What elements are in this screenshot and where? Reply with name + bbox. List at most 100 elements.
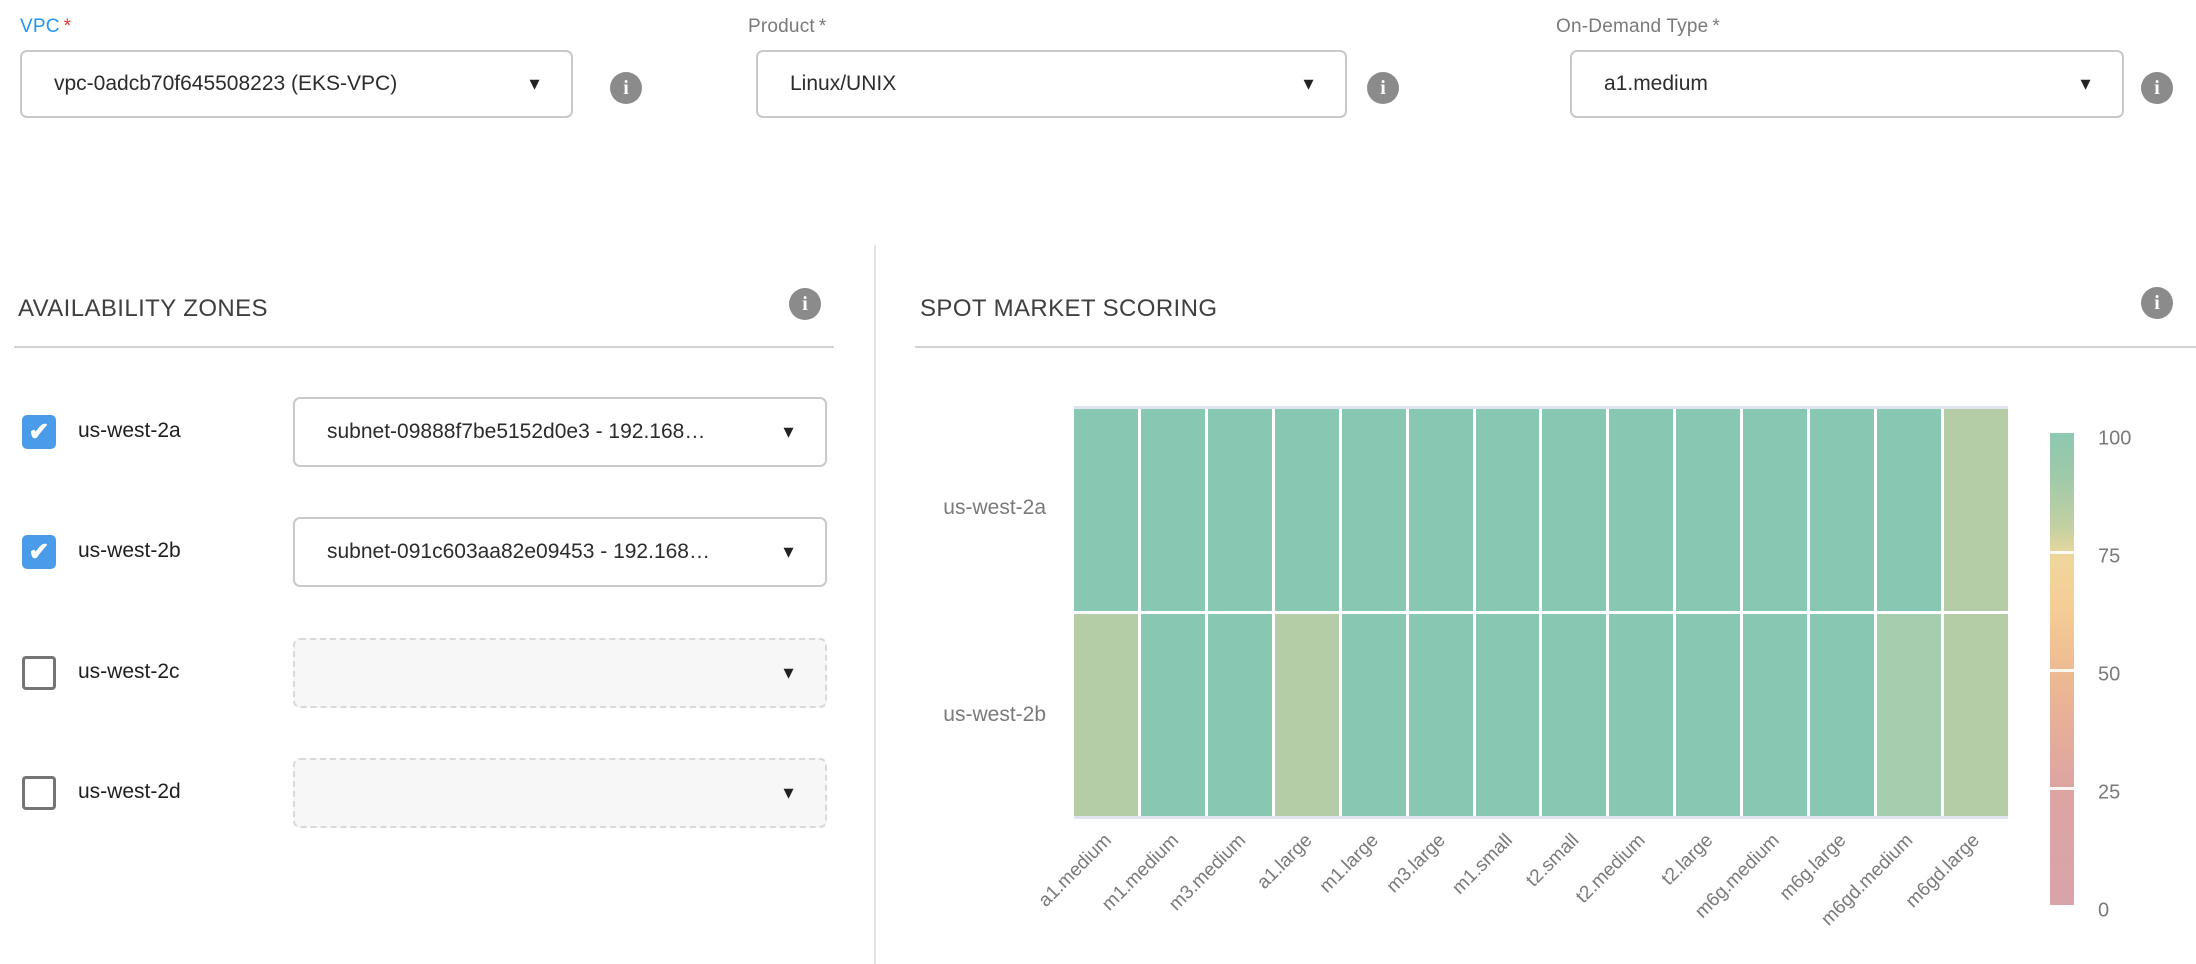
required-asterisk: *	[64, 16, 72, 37]
subnet-select-us-west-2a[interactable]: subnet-09888f7be5152d0e3 - 192.168… ▼	[293, 397, 827, 467]
heatmap-cell-us-west-2a-t2.medium	[1609, 409, 1673, 611]
zone-row-us-west-2d: ✔ us-west-2d ▼	[0, 758, 846, 828]
chevron-down-icon: ▼	[780, 424, 797, 441]
subnet-select-us-west-2c[interactable]: ▼	[293, 638, 827, 708]
zone-name-us-west-2b: us-west-2b	[78, 539, 181, 563]
availability-zones-title: AVAILABILITY ZONES	[18, 295, 268, 323]
colorbar-tick-label-0: 0	[2098, 900, 2168, 923]
required-asterisk: *	[819, 16, 827, 37]
heatmap-x-label-m1.small: m1.small	[1448, 830, 1517, 899]
vpc-select[interactable]: vpc-0adcb70f645508223 (EKS-VPC) ▼	[20, 50, 573, 118]
heatmap-cell-us-west-2a-a1.medium	[1074, 409, 1138, 611]
zone-row-us-west-2a: ✔ us-west-2a subnet-09888f7be5152d0e3 - …	[0, 397, 846, 467]
zone-name-us-west-2d: us-west-2d	[78, 780, 181, 804]
colorbar	[2050, 433, 2074, 905]
zone-checkbox-us-west-2b[interactable]: ✔	[22, 535, 56, 569]
heatmap-cell-us-west-2a-m6g.large	[1810, 409, 1874, 611]
colorbar-tick-label-25: 25	[2098, 782, 2168, 805]
vpc-label: VPC*	[20, 16, 71, 38]
info-glyph: i	[1380, 78, 1386, 98]
info-glyph: i	[2154, 293, 2160, 313]
heatmap-cell-us-west-2b-t2.large	[1676, 614, 1740, 816]
product-select[interactable]: Linux/UNIX ▼	[756, 50, 1347, 118]
check-icon: ✔	[29, 420, 50, 445]
heatmap-cell-us-west-2b-m1.large	[1342, 614, 1406, 816]
spot-scoring-heatmap	[1074, 406, 2008, 819]
heatmap-cell-us-west-2b-t2.small	[1542, 614, 1606, 816]
heatmap-cell-us-west-2a-t2.small	[1542, 409, 1606, 611]
chevron-down-icon: ▼	[2077, 76, 2094, 93]
product-label: Product*	[748, 16, 827, 38]
zone-name-us-west-2a: us-west-2a	[78, 419, 181, 443]
colorbar-tick-label-50: 50	[2098, 664, 2168, 687]
panel-divider	[874, 245, 876, 964]
zone-row-us-west-2c: ✔ us-west-2c ▼	[0, 638, 846, 708]
heatmap-cell-us-west-2a-m1.small	[1476, 409, 1540, 611]
info-glyph: i	[2154, 78, 2160, 98]
on-demand-type-label: On-Demand Type*	[1556, 16, 1720, 38]
availability-zones-info-icon[interactable]: i	[789, 288, 821, 320]
on-demand-type-info-icon[interactable]: i	[2141, 72, 2173, 104]
heatmap-x-label-m3.large: m3.large	[1383, 830, 1451, 898]
chevron-down-icon: ▼	[780, 544, 797, 561]
heatmap-cell-us-west-2a-m6g.medium	[1743, 409, 1807, 611]
heatmap-cell-us-west-2b-m6g.medium	[1743, 614, 1807, 816]
colorbar-separator	[2050, 669, 2074, 672]
product-label-text: Product	[748, 16, 815, 37]
heatmap-cell-us-west-2a-m1.medium	[1141, 409, 1205, 611]
heatmap-cell-us-west-2a-m6gd.large	[1944, 409, 2008, 611]
zone-checkbox-us-west-2c[interactable]: ✔	[22, 656, 56, 690]
heatmap-cell-us-west-2b-a1.medium	[1074, 614, 1138, 816]
chevron-down-icon: ▼	[780, 665, 797, 682]
heatmap-cell-us-west-2b-m3.large	[1409, 614, 1473, 816]
heatmap-cell-us-west-2b-t2.medium	[1609, 614, 1673, 816]
chevron-down-icon: ▼	[1300, 76, 1317, 93]
chevron-down-icon: ▼	[780, 785, 797, 802]
info-glyph: i	[802, 294, 808, 314]
subnet-select-us-west-2d[interactable]: ▼	[293, 758, 827, 828]
heatmap-cell-us-west-2a-t2.large	[1676, 409, 1740, 611]
chevron-down-icon: ▼	[526, 76, 543, 93]
subnet-select-us-west-2b[interactable]: subnet-091c603aa82e09453 - 192.168… ▼	[293, 517, 827, 587]
colorbar-tick-label-100: 100	[2098, 428, 2168, 451]
spot-market-scoring-info-icon[interactable]: i	[2141, 287, 2173, 319]
info-glyph: i	[623, 78, 629, 98]
on-demand-type-select[interactable]: a1.medium ▼	[1570, 50, 2124, 118]
zone-checkbox-us-west-2d[interactable]: ✔	[22, 776, 56, 810]
product-info-icon[interactable]: i	[1367, 72, 1399, 104]
heatmap-cell-us-west-2b-m1.small	[1476, 614, 1540, 816]
heatmap-cell-us-west-2b-m6gd.medium	[1877, 614, 1941, 816]
heatmap-cell-us-west-2a-m6gd.medium	[1877, 409, 1941, 611]
heatmap-cell-us-west-2b-m6g.large	[1810, 614, 1874, 816]
required-asterisk: *	[1712, 16, 1720, 37]
vpc-label-text: VPC	[20, 16, 60, 37]
heatmap-x-label-t2.medium: t2.medium	[1572, 830, 1650, 908]
spot-market-scoring-title: SPOT MARKET SCORING	[920, 295, 1217, 323]
colorbar-tick-label-75: 75	[2098, 546, 2168, 569]
spot-market-scoring-rule	[915, 346, 2196, 348]
spot-configuration-page: VPC* vpc-0adcb70f645508223 (EKS-VPC) ▼ i…	[0, 0, 2196, 964]
heatmap-x-label-t2.small: t2.small	[1522, 830, 1584, 892]
zone-name-us-west-2c: us-west-2c	[78, 660, 180, 684]
zone-checkbox-us-west-2a[interactable]: ✔	[22, 415, 56, 449]
heatmap-row-label-us-west-2a: us-west-2a	[796, 496, 1046, 520]
subnet-select-value: subnet-091c603aa82e09453 - 192.168…	[327, 540, 710, 564]
availability-zones-rule	[14, 346, 834, 348]
zone-row-us-west-2b: ✔ us-west-2b subnet-091c603aa82e09453 - …	[0, 517, 846, 587]
heatmap-cell-us-west-2b-m1.medium	[1141, 614, 1205, 816]
on-demand-type-select-value: a1.medium	[1604, 72, 1708, 96]
heatmap-cell-us-west-2a-m1.large	[1342, 409, 1406, 611]
heatmap-cell-us-west-2a-a1.large	[1275, 409, 1339, 611]
heatmap-cell-us-west-2b-m6gd.large	[1944, 614, 2008, 816]
heatmap-x-label-a1.large: a1.large	[1253, 830, 1317, 894]
vpc-info-icon[interactable]: i	[610, 72, 642, 104]
heatmap-cell-us-west-2b-a1.large	[1275, 614, 1339, 816]
colorbar-separator	[2050, 551, 2074, 554]
product-select-value: Linux/UNIX	[790, 72, 896, 96]
heatmap-cell-us-west-2a-m3.large	[1409, 409, 1473, 611]
check-icon: ✔	[29, 540, 50, 565]
heatmap-x-label-m1.large: m1.large	[1316, 830, 1384, 898]
heatmap-x-label-t2.large: t2.large	[1657, 830, 1717, 890]
vpc-select-value: vpc-0adcb70f645508223 (EKS-VPC)	[54, 72, 397, 96]
subnet-select-value: subnet-09888f7be5152d0e3 - 192.168…	[327, 420, 705, 444]
